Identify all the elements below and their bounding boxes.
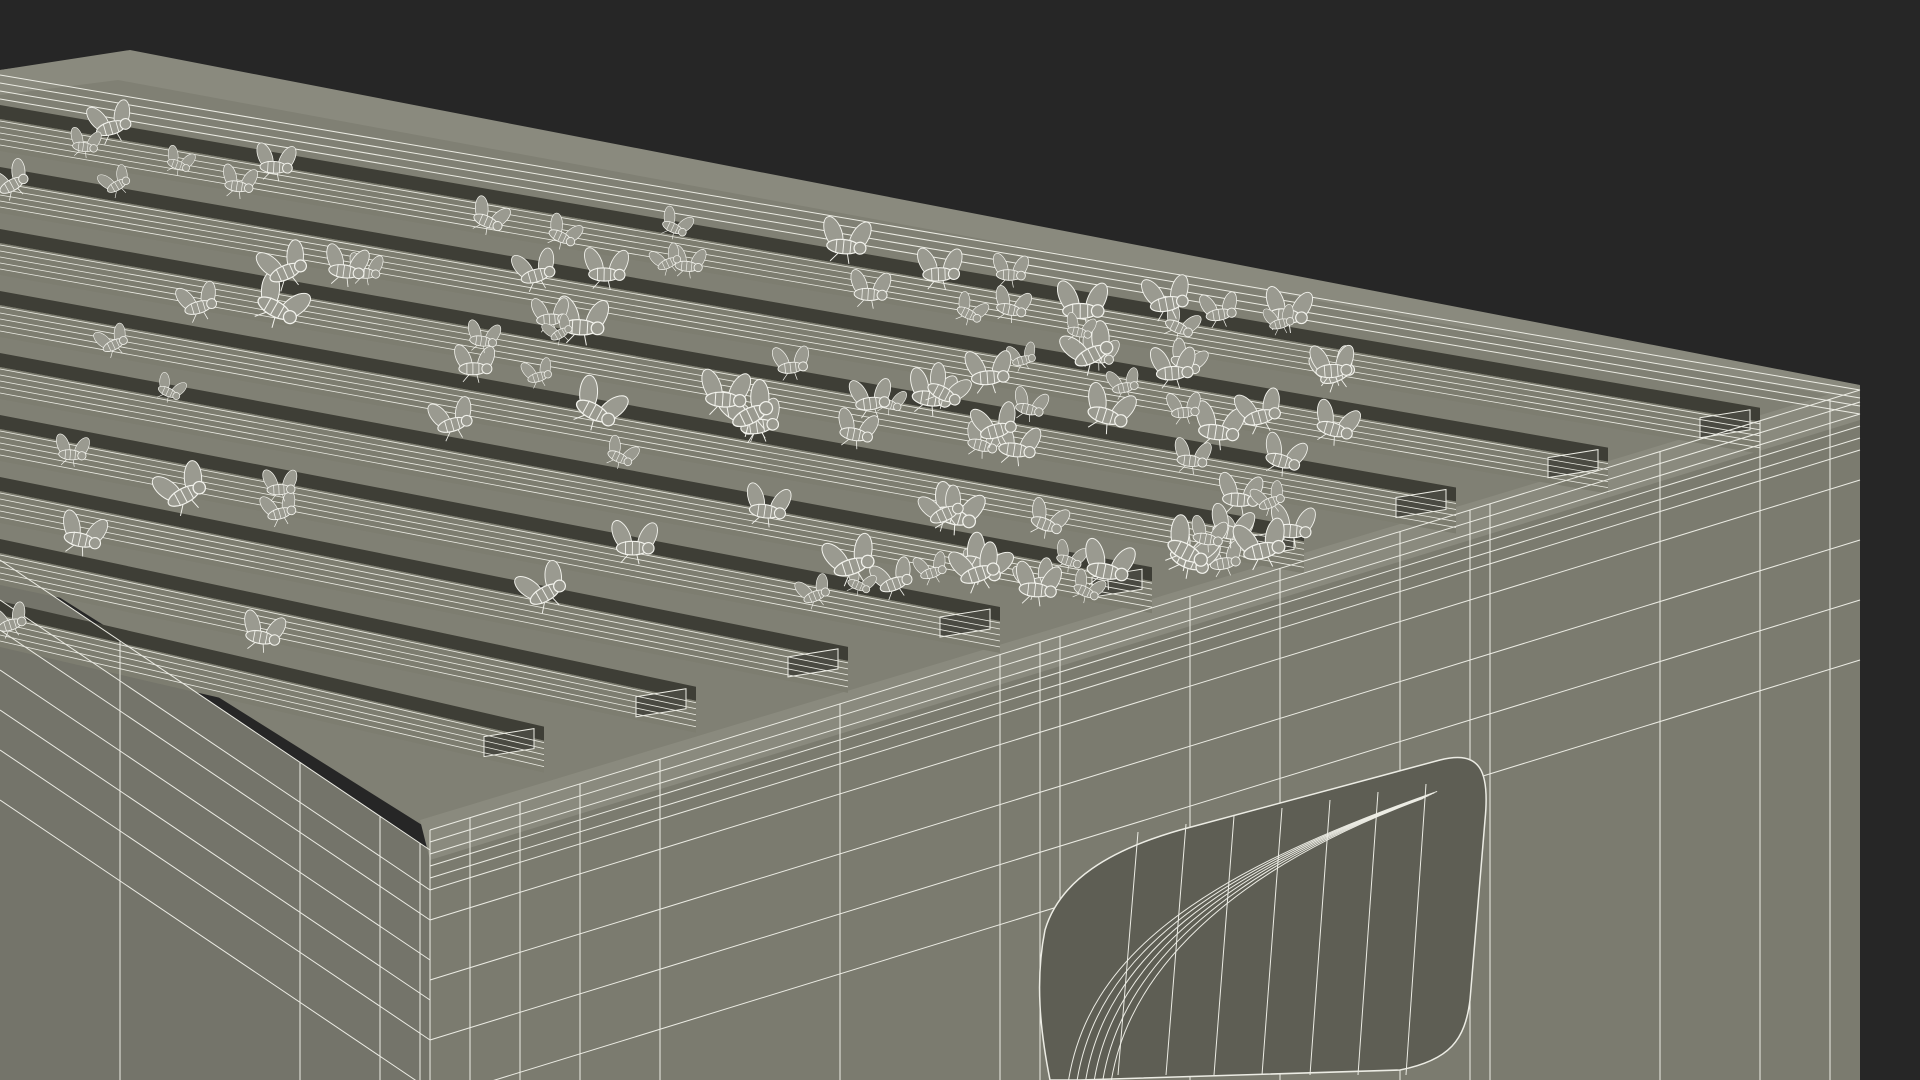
- beehive-render: [0, 0, 1920, 1080]
